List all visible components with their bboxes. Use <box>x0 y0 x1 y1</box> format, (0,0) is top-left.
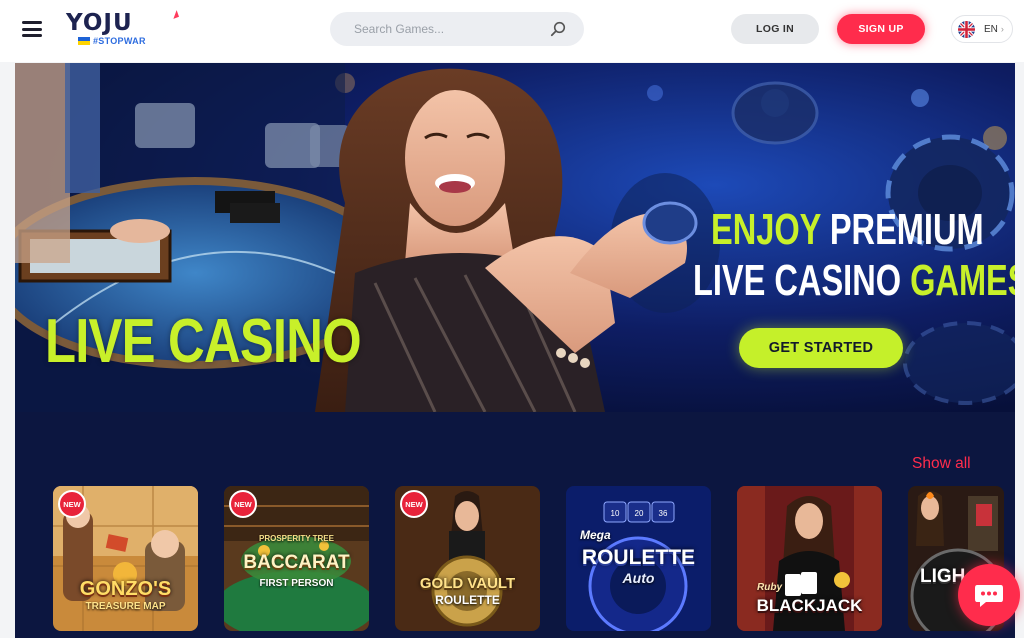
game-title: GONZO'S <box>79 578 172 600</box>
games-section: Show all NEW GONZO'S TREASURE MAP NEW PR… <box>15 412 1015 638</box>
promo-headline-line1: ENJOY PREMIUM <box>711 207 984 253</box>
promo-games-word: GAMES <box>910 256 1015 305</box>
game-top-label: Mega <box>580 528 611 542</box>
get-started-button[interactable]: GET STARTED <box>739 328 903 368</box>
ukraine-flag-icon <box>78 37 90 45</box>
logo-tagline-row: #STOPWAR <box>78 36 146 46</box>
chevron-right-icon: › <box>1000 24 1004 34</box>
language-code: EN <box>984 23 998 35</box>
new-badge: NEW <box>229 490 257 518</box>
chat-bubble-icon <box>975 585 1003 607</box>
game-top-label: PROSPERITY TREE <box>259 534 334 543</box>
uk-flag-icon <box>958 20 975 38</box>
promo-enjoy-word: ENJOY <box>711 205 821 254</box>
hamburger-menu-icon[interactable] <box>22 21 42 37</box>
logo-tagline: #STOPWAR <box>93 36 146 46</box>
game-top-label: Ruby <box>757 582 782 593</box>
game-subtitle: ROULETTE <box>435 593 500 607</box>
login-button[interactable]: LOG IN <box>731 14 819 44</box>
hero-banner[interactable]: LIVE CASINO ENJOY PREMIUM LIVE CASINO GA… <box>15 63 1015 412</box>
promo-live-casino-words: LIVE CASINO <box>693 256 911 305</box>
game-card-prosperity-tree-baccarat[interactable]: NEW PROSPERITY TREE BACCARAT FIRST PERSO… <box>224 486 369 631</box>
search-input[interactable] <box>354 22 544 36</box>
game-title: BACCARAT <box>243 552 350 573</box>
svg-text:20: 20 <box>635 509 644 518</box>
game-title: ROULETTE <box>581 546 696 569</box>
show-all-link[interactable]: Show all <box>912 455 971 473</box>
logo-flag-mark <box>170 10 180 19</box>
logo-text: YOJU <box>66 10 133 36</box>
game-title: GOLD VAULT <box>419 575 516 592</box>
svg-text:36: 36 <box>659 509 668 518</box>
search-icon[interactable] <box>550 21 566 37</box>
search-bar <box>330 12 584 46</box>
game-card-mega-roulette-auto[interactable]: 10 20 36 Mega ROULETTE Auto <box>566 486 711 631</box>
live-casino-title: LIVE CASINO <box>45 307 362 376</box>
top-header: YOJU #STOPWAR LOG IN SIGN UP EN › <box>0 0 1024 62</box>
new-badge: NEW <box>400 490 428 518</box>
game-subtitle: Auto <box>622 570 655 586</box>
game-subtitle: FIRST PERSON <box>259 578 334 589</box>
game-title: BLACKJACK <box>756 596 863 615</box>
svg-text:10: 10 <box>611 509 620 518</box>
signup-button[interactable]: SIGN UP <box>837 14 925 44</box>
game-card-gold-vault-roulette[interactable]: NEW GOLD VAULT ROULETTE <box>395 486 540 631</box>
promo-headline-line2: LIVE CASINO GAMES <box>693 258 1015 304</box>
site-logo[interactable]: YOJU #STOPWAR <box>66 10 180 46</box>
game-subtitle: TREASURE MAP <box>85 601 166 612</box>
game-card-ruby-blackjack[interactable]: Ruby BLACKJACK <box>737 486 882 631</box>
new-badge: NEW <box>58 490 86 518</box>
live-chat-button[interactable] <box>958 564 1020 626</box>
language-selector[interactable]: EN › <box>951 15 1013 43</box>
promo-premium-word: PREMIUM <box>820 205 984 254</box>
game-card-gonzos-treasure-map[interactable]: NEW GONZO'S TREASURE MAP <box>53 486 198 631</box>
